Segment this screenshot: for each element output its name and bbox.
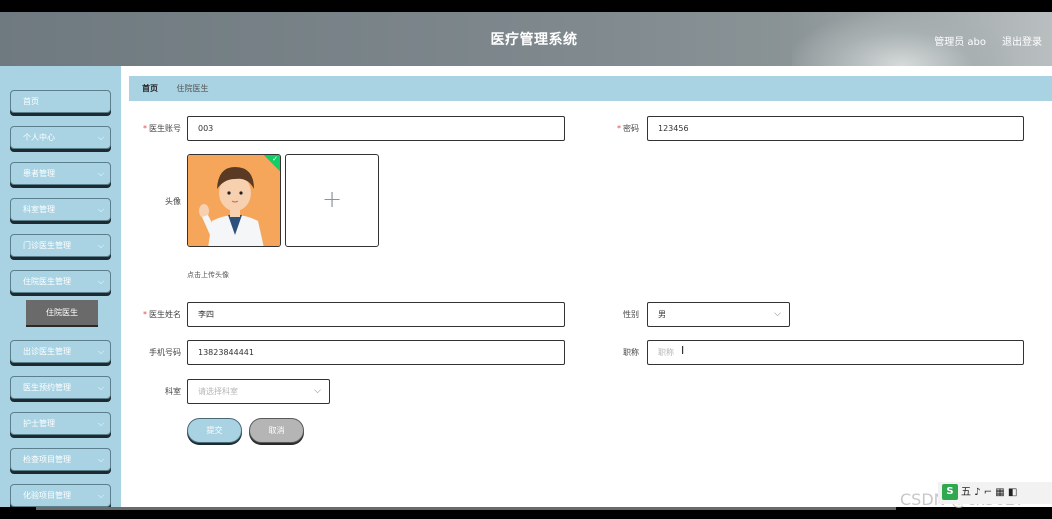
ime-tray-text: 五 ♪ ⌐ ▦ ◧ xyxy=(961,487,1018,498)
sidebar-item-label: 患者管理 xyxy=(23,169,55,178)
job-title-input[interactable]: 职称 xyxy=(647,340,1024,365)
phone-input[interactable]: 13823844441 xyxy=(187,340,565,365)
gender-label: 性别 xyxy=(623,310,639,319)
sidebar-item-label: 首页 xyxy=(23,97,39,106)
required-marker: * xyxy=(143,124,147,133)
chevron-down-icon: ⌵ xyxy=(97,205,104,214)
sidebar: 首页 个人中心 ⌵ 患者管理 ⌵ 科室管理 ⌵ 门诊医生管理 ⌵ 住院医生管理 … xyxy=(0,66,121,507)
sidebar-item-label: 医生预约管理 xyxy=(23,383,71,392)
sidebar-item-label: 护士管理 xyxy=(23,419,55,428)
bottom-black-strip xyxy=(0,507,1052,519)
sidebar-item-lab-items[interactable]: 化验项目管理 ⌵ xyxy=(10,484,111,507)
chevron-down-icon: ⌵ xyxy=(314,386,321,396)
chevron-down-icon: ⌵ xyxy=(774,309,781,319)
sidebar-item-patients[interactable]: 患者管理 ⌵ xyxy=(10,162,111,185)
name-label: * 医生姓名 xyxy=(143,310,181,319)
avatar-label: 头像 xyxy=(165,197,181,206)
main-content: 首页 住院医生 * 医生账号 003 * 密码 123456 头像 ✓ + 点击… xyxy=(121,66,1052,507)
required-marker: * xyxy=(143,310,147,319)
sidebar-item-visiting-doctors[interactable]: 出诊医生管理 ⌵ xyxy=(10,340,111,363)
account-label: * 医生账号 xyxy=(143,124,181,133)
department-placeholder: 请选择科室 xyxy=(198,387,238,396)
sidebar-item-home[interactable]: 首页 xyxy=(10,90,111,113)
breadcrumb-current: 住院医生 xyxy=(176,84,209,93)
horizontal-scrollbar[interactable] xyxy=(36,507,896,510)
chevron-down-icon: ⌵ xyxy=(97,419,104,428)
plus-icon: + xyxy=(321,185,343,213)
chevron-down-icon: ⌵ xyxy=(97,383,104,392)
sidebar-item-label: 检查项目管理 xyxy=(23,455,71,464)
sidebar-item-appointments[interactable]: 医生预约管理 ⌵ xyxy=(10,376,111,399)
sidebar-item-outpatient-doctors[interactable]: 门诊医生管理 ⌵ xyxy=(10,234,111,257)
ime-tray[interactable]: S五 ♪ ⌐ ▦ ◧ xyxy=(938,482,1052,504)
text-cursor-icon: I xyxy=(681,344,685,357)
sidebar-item-inpatient-doctors[interactable]: 住院医生管理 ⌵ xyxy=(10,270,111,293)
app-header: 医疗管理系统 管理员 abo 退出登录 xyxy=(0,12,1052,66)
logout-link[interactable]: 退出登录 xyxy=(1002,33,1042,48)
top-black-strip xyxy=(0,0,1052,12)
breadcrumb-home[interactable]: 首页 xyxy=(142,84,158,93)
chevron-down-icon: ⌵ xyxy=(97,347,104,356)
sidebar-item-exam-items[interactable]: 检查项目管理 ⌵ xyxy=(10,448,111,471)
chevron-down-icon: ⌵ xyxy=(97,455,104,464)
password-input[interactable]: 123456 xyxy=(647,116,1024,141)
department-select[interactable]: 请选择科室 ⌵ xyxy=(187,379,330,404)
sidebar-item-label: 出诊医生管理 xyxy=(23,347,71,356)
department-label: 科室 xyxy=(165,387,181,396)
sidebar-item-departments[interactable]: 科室管理 ⌵ xyxy=(10,198,111,221)
required-marker: * xyxy=(617,124,621,133)
job-title-label: 职称 xyxy=(623,348,639,357)
chevron-down-icon: ⌵ xyxy=(97,277,104,286)
sidebar-item-label: 化验项目管理 xyxy=(23,491,71,500)
name-input[interactable]: 李四 xyxy=(187,302,565,327)
breadcrumb: 首页 住院医生 xyxy=(129,76,1052,101)
account-input[interactable]: 003 xyxy=(187,116,565,141)
sidebar-item-label: 住院医生管理 xyxy=(23,277,71,286)
avatar-image[interactable]: ✓ xyxy=(187,154,281,247)
chevron-down-icon: ⌵ xyxy=(97,133,104,142)
password-label: * 密码 xyxy=(617,124,639,133)
gender-selected-value: 男 xyxy=(658,310,666,319)
phone-label: 手机号码 xyxy=(149,348,181,357)
chevron-down-icon: ⌵ xyxy=(97,169,104,178)
doctor-avatar-illustration xyxy=(188,155,280,246)
sidebar-item-label: 科室管理 xyxy=(23,205,55,214)
app-title: 医疗管理系统 xyxy=(490,32,578,48)
app-frame: 医疗管理系统 管理员 abo 退出登录 首页 个人中心 ⌵ 患者管理 ⌵ 科室管… xyxy=(0,0,1052,519)
sidebar-item-nurses[interactable]: 护士管理 ⌵ xyxy=(10,412,111,435)
sidebar-item-label: 门诊医生管理 xyxy=(23,241,71,250)
sidebar-item-label: 个人中心 xyxy=(23,133,55,142)
ime-logo-icon: S xyxy=(942,484,958,500)
submit-button[interactable]: 提交 xyxy=(187,418,242,443)
check-icon: ✓ xyxy=(272,155,278,163)
avatar-upload-button[interactable]: + xyxy=(285,154,379,247)
upload-hint: 点击上传头像 xyxy=(187,271,229,279)
gender-select[interactable]: 男 ⌵ xyxy=(647,302,790,327)
chevron-down-icon: ⌵ xyxy=(97,491,104,500)
sidebar-subitem-inpatient-doctor[interactable]: 住院医生 xyxy=(26,300,98,325)
chevron-down-icon: ⌵ xyxy=(97,241,104,250)
current-user-label: 管理员 abo xyxy=(934,37,986,48)
sidebar-item-personal-center[interactable]: 个人中心 ⌵ xyxy=(10,126,111,149)
cancel-button[interactable]: 取消 xyxy=(249,418,304,443)
